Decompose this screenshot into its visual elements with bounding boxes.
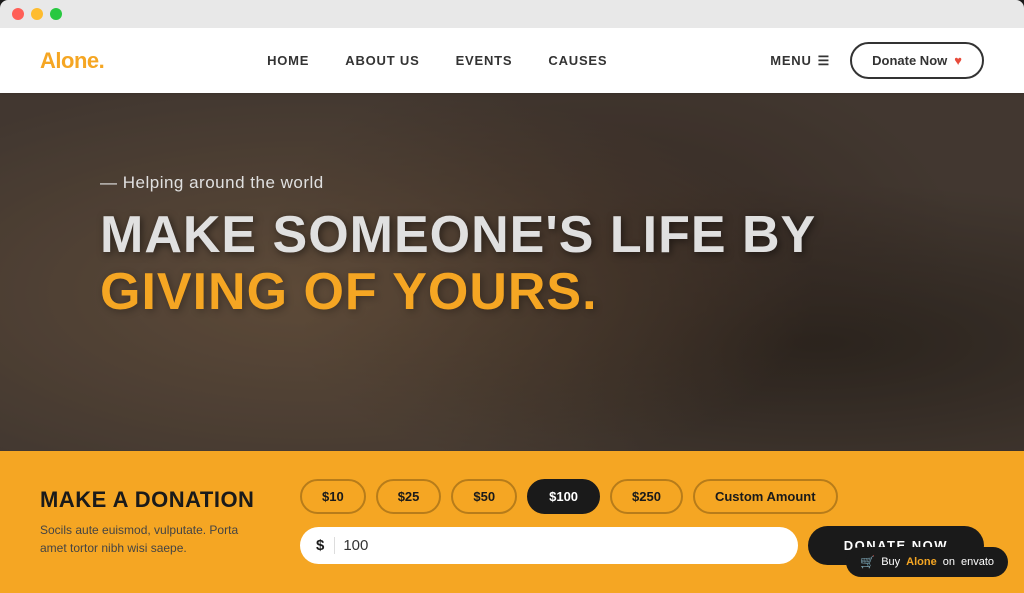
donation-title: MAKE A DONATION (40, 487, 260, 513)
amount-custom-button[interactable]: Custom Amount (693, 479, 838, 514)
window-chrome (0, 0, 1024, 28)
nav-item-causes[interactable]: CAUSES (548, 52, 607, 70)
amount-25-button[interactable]: $25 (376, 479, 442, 514)
logo: Alone. (40, 48, 104, 74)
donation-description: Socils aute euismod, vulputate. Porta am… (40, 521, 260, 557)
nav-link-events[interactable]: EVENTS (456, 53, 513, 68)
hero-subtitle: Helping around the world (100, 173, 816, 193)
amount-input[interactable] (343, 537, 781, 554)
hero-content: Helping around the world MAKE SOMEONE'S … (100, 173, 816, 321)
donate-now-button[interactable]: Donate Now ♥ (850, 42, 984, 79)
amount-100-button[interactable]: $100 (527, 479, 600, 514)
donate-button-label: Donate Now (872, 53, 947, 68)
envato-marketplace: envato (961, 556, 994, 568)
nav-item-events[interactable]: EVENTS (456, 52, 513, 70)
envato-badge[interactable]: 🛒 Buy Alone on envato (846, 547, 1008, 577)
browser-content: Alone. HOME ABOUT US EVENTS CAUSES MENU … (0, 28, 1024, 593)
cart-icon: 🛒 (860, 555, 875, 569)
hero-title-line2: GIVING OF YOURS. (100, 264, 816, 321)
nav-links: HOME ABOUT US EVENTS CAUSES (267, 52, 607, 70)
nav-item-about[interactable]: ABOUT US (345, 52, 419, 70)
nav-link-causes[interactable]: CAUSES (548, 53, 607, 68)
minimize-button[interactable] (31, 8, 43, 20)
logo-text: Alone (40, 48, 99, 73)
envato-brand: Alone (906, 556, 937, 568)
amount-10-button[interactable]: $10 (300, 479, 366, 514)
amount-buttons: $10 $25 $50 $100 $250 Custom Amount (300, 479, 984, 514)
currency-symbol: $ (316, 537, 335, 554)
hamburger-icon: ☰ (818, 53, 830, 69)
envato-text-prefix: Buy (881, 556, 900, 568)
menu-button[interactable]: MENU ☰ (770, 53, 830, 69)
navbar: Alone. HOME ABOUT US EVENTS CAUSES MENU … (0, 28, 1024, 93)
nav-link-about[interactable]: ABOUT US (345, 53, 419, 68)
envato-text-suffix: on (943, 556, 955, 568)
amount-input-wrapper: $ (300, 527, 798, 564)
close-button[interactable] (12, 8, 24, 20)
amount-50-button[interactable]: $50 (451, 479, 517, 514)
donation-info: MAKE A DONATION Socils aute euismod, vul… (40, 487, 260, 557)
hero-section: Helping around the world MAKE SOMEONE'S … (0, 93, 1024, 593)
hero-title-line1: MAKE SOMEONE'S LIFE BY (100, 207, 816, 264)
maximize-button[interactable] (50, 8, 62, 20)
menu-label: MENU (770, 53, 811, 68)
nav-right: MENU ☰ Donate Now ♥ (770, 42, 984, 79)
nav-item-home[interactable]: HOME (267, 52, 309, 70)
logo-dot: . (99, 48, 105, 73)
nav-link-home[interactable]: HOME (267, 53, 309, 68)
amount-250-button[interactable]: $250 (610, 479, 683, 514)
heart-icon: ♥ (954, 53, 962, 68)
